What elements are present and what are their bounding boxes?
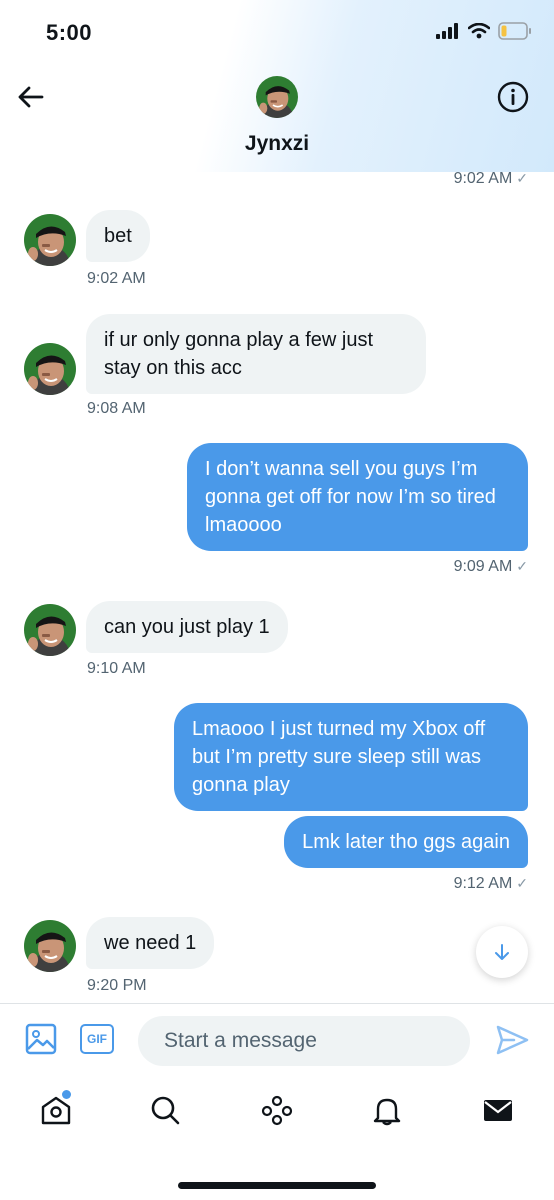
scroll-to-bottom-button[interactable] xyxy=(476,926,528,978)
sender-avatar[interactable] xyxy=(24,343,76,395)
bell-icon xyxy=(373,1098,401,1126)
search-icon xyxy=(151,1096,180,1125)
home-notification-dot xyxy=(62,1090,71,1099)
tab-notifications[interactable] xyxy=(367,1090,407,1130)
arrow-down-icon xyxy=(495,944,509,960)
read-check-icon: ✓ xyxy=(516,170,528,186)
mail-icon xyxy=(484,1100,512,1121)
tab-messages[interactable] xyxy=(478,1090,518,1130)
message-timestamp: 9:20 PM xyxy=(87,977,147,994)
sender-avatar[interactable] xyxy=(24,920,76,972)
image-icon xyxy=(25,1023,57,1055)
sender-avatar[interactable] xyxy=(24,214,76,266)
incoming-message-bubble[interactable]: can you just play 1 xyxy=(86,601,288,653)
timestamp-text: 9:12 AM xyxy=(453,875,513,892)
read-check-icon: ✓ xyxy=(516,875,528,891)
back-button[interactable] xyxy=(14,80,48,114)
wifi-icon xyxy=(468,23,490,39)
message-timestamp: 9:09 AM ✓ xyxy=(454,558,528,576)
conversation-header: 5:00 Jynxzi xyxy=(0,0,554,172)
outgoing-message-bubble[interactable]: Lmk later tho ggs again xyxy=(284,816,528,868)
message-input[interactable]: Start a message xyxy=(138,1016,470,1066)
status-time: 5:00 xyxy=(46,20,93,45)
info-icon xyxy=(497,81,529,113)
message-timestamp: 9:12 AM ✓ xyxy=(454,875,528,893)
timestamp-text: 9:09 AM xyxy=(453,558,513,575)
outgoing-message-bubble[interactable]: Lmaooo I just turned my Xbox off but I’m… xyxy=(174,703,528,811)
send-icon xyxy=(496,1025,529,1055)
conversation-name[interactable]: Jynxzi xyxy=(0,132,554,156)
timestamp-text: 9:02 AM xyxy=(453,170,513,187)
header-avatar[interactable] xyxy=(256,76,298,118)
status-icons xyxy=(436,22,532,40)
gif-button[interactable]: GIF xyxy=(80,1024,114,1054)
send-button[interactable] xyxy=(492,1020,532,1060)
read-check-icon: ✓ xyxy=(516,558,528,574)
cellular-signal-icon xyxy=(436,23,458,39)
message-timestamp: 9:10 AM xyxy=(87,660,146,677)
tab-search[interactable] xyxy=(145,1090,185,1130)
add-photo-button[interactable] xyxy=(24,1022,58,1056)
message-input-placeholder: Start a message xyxy=(164,1029,317,1052)
outgoing-message-bubble[interactable]: I don’t wanna sell you guys I’m gonna ge… xyxy=(187,443,528,551)
composer-divider xyxy=(0,1003,554,1004)
message-timestamp: 9:02 AM ✓ xyxy=(454,170,528,188)
home-indicator xyxy=(178,1182,376,1189)
battery-icon xyxy=(498,22,531,40)
arrow-left-icon xyxy=(18,86,44,108)
incoming-message-bubble[interactable]: we need 1 xyxy=(86,917,215,969)
sender-avatar[interactable] xyxy=(24,604,76,656)
incoming-message-bubble[interactable]: if ur only gonna play a few just stay on… xyxy=(86,314,426,394)
message-timestamp: 9:02 AM xyxy=(87,270,146,287)
tab-spaces[interactable] xyxy=(257,1090,297,1130)
message-timestamp: 9:08 AM xyxy=(87,400,146,417)
incoming-message-bubble[interactable]: bet xyxy=(86,210,150,262)
info-button[interactable] xyxy=(496,80,530,114)
spaces-icon xyxy=(261,1095,293,1126)
